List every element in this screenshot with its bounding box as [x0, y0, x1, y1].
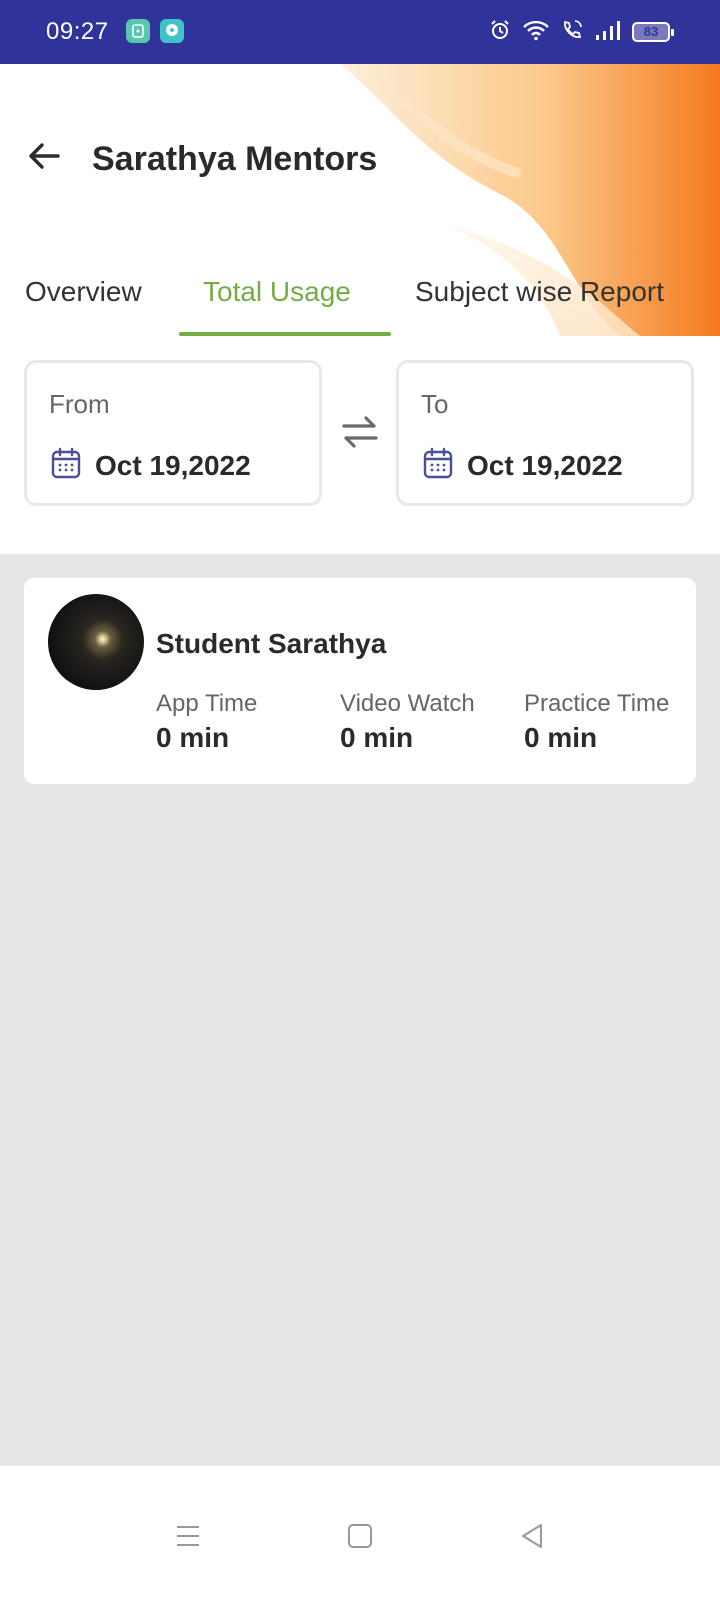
chat-notification-icon: [160, 19, 184, 43]
from-date-picker[interactable]: From Oct 19,2022: [24, 360, 322, 506]
app-notification-icon: [126, 19, 150, 43]
nav-home-button[interactable]: [338, 1514, 382, 1558]
usage-list: Student Sarathya App Time 0 min Video Wa…: [0, 554, 720, 1466]
wifi-calling-icon: [560, 18, 584, 47]
tab-total-usage[interactable]: Total Usage: [203, 276, 351, 308]
alarm-icon: [488, 18, 512, 47]
student-usage-card[interactable]: Student Sarathya App Time 0 min Video Wa…: [24, 578, 696, 784]
calendar-icon: [51, 447, 81, 484]
nav-menu-button[interactable]: [166, 1514, 210, 1558]
arrow-left-icon: [29, 143, 60, 169]
video-watch-value: 0 min: [340, 722, 414, 753]
status-time: 09:27: [46, 18, 109, 45]
system-nav-bar: [0, 1466, 720, 1600]
practice-time-label: Practice Time: [524, 690, 670, 717]
to-date-label: To: [421, 389, 449, 419]
swap-dates-button[interactable]: [338, 410, 382, 454]
calendar-icon: [423, 447, 453, 484]
back-button[interactable]: [24, 136, 64, 176]
swap-arrows-icon: [342, 416, 378, 448]
active-tab-indicator: [179, 332, 391, 336]
app-time-stat: App Time 0 min: [156, 690, 257, 754]
back-icon: [522, 1524, 542, 1548]
tab-subject-wise-report[interactable]: Subject wise Report: [415, 276, 664, 308]
video-watch-label: Video Watch: [340, 690, 475, 717]
menu-icon: [177, 1526, 199, 1546]
practice-time-stat: Practice Time 0 min: [524, 690, 669, 754]
home-icon: [348, 1524, 372, 1548]
nav-back-button[interactable]: [510, 1514, 554, 1558]
video-watch-stat: Video Watch 0 min: [340, 690, 475, 754]
from-date-value: Oct 19,2022: [95, 449, 251, 481]
from-date-label: From: [49, 389, 110, 419]
avatar: [48, 594, 144, 690]
battery-icon: 83: [632, 22, 674, 42]
wifi-icon: [522, 18, 550, 47]
signal-icon: [594, 19, 622, 46]
to-date-value: Oct 19,2022: [467, 449, 623, 481]
header: Sarathya Mentors Overview Total Usage Su…: [0, 64, 720, 554]
page-title: Sarathya Mentors: [92, 140, 378, 178]
app-time-value: 0 min: [156, 722, 230, 753]
tab-bar: Overview Total Usage Subject wise Report: [0, 264, 720, 334]
app-time-label: App Time: [156, 690, 258, 717]
student-name: Student Sarathya: [156, 628, 387, 659]
to-date-picker[interactable]: To Oct 19,2022: [396, 360, 694, 506]
status-bar: 09:27 83: [0, 0, 720, 64]
tab-overview[interactable]: Overview: [25, 276, 142, 308]
practice-time-value: 0 min: [524, 722, 598, 753]
